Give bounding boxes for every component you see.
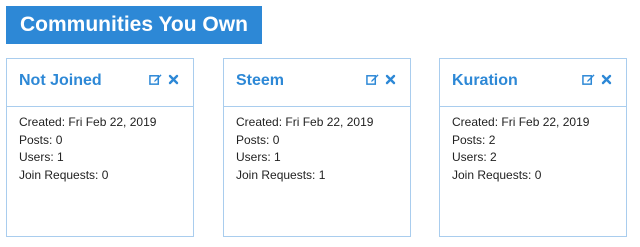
posts-label: Posts:: [452, 132, 486, 147]
created-label: Created:: [236, 115, 283, 129]
created-row: Created: Fri Feb 22, 2019: [452, 114, 614, 132]
join-requests-value: 0: [101, 167, 109, 182]
card-actions: [149, 73, 179, 86]
community-title[interactable]: Not Joined: [19, 72, 102, 90]
users-row: Users: 1: [236, 149, 398, 167]
join-requests-value: 0: [534, 167, 542, 182]
created-value: Fri Feb 22, 2019: [501, 115, 590, 129]
card-header: Not Joined: [7, 59, 193, 107]
join-requests-row: Join Requests: 0: [452, 167, 614, 185]
users-value: 1: [274, 150, 281, 164]
close-icon[interactable]: [601, 74, 612, 85]
card-details: Created: Fri Feb 22, 2019 Posts: 0 Users…: [224, 107, 410, 184]
card-actions: [366, 73, 396, 86]
posts-value: 0: [272, 132, 280, 147]
community-card: Kuration Created: Fri Feb 22, 2019 Posts…: [439, 58, 627, 237]
created-label: Created:: [452, 115, 499, 129]
users-label: Users:: [452, 150, 487, 164]
created-row: Created: Fri Feb 22, 2019: [19, 114, 181, 132]
card-details: Created: Fri Feb 22, 2019 Posts: 0 Users…: [7, 107, 193, 184]
created-row: Created: Fri Feb 22, 2019: [236, 114, 398, 132]
users-row: Users: 2: [452, 149, 614, 167]
join-requests-row: Join Requests: 0: [19, 167, 181, 185]
edit-icon[interactable]: [149, 73, 162, 86]
posts-label: Posts:: [236, 132, 270, 147]
created-value: Fri Feb 22, 2019: [68, 115, 157, 129]
join-requests-row: Join Requests: 1: [236, 167, 398, 185]
community-card: Not Joined Created: Fri Feb 22, 2019 Pos…: [6, 58, 194, 237]
community-title[interactable]: Steem: [236, 72, 284, 90]
close-icon[interactable]: [168, 74, 179, 85]
card-header: Kuration: [440, 59, 626, 107]
join-requests-label: Join Requests:: [236, 167, 316, 182]
card-details: Created: Fri Feb 22, 2019 Posts: 2 Users…: [440, 107, 626, 184]
posts-value: 0: [55, 132, 63, 147]
communities-page: Communities You Own Not Joined Created: …: [0, 0, 640, 247]
posts-row: Posts: 2: [452, 132, 614, 150]
join-requests-label: Join Requests:: [19, 167, 99, 182]
posts-row: Posts: 0: [19, 132, 181, 150]
users-label: Users:: [236, 150, 271, 164]
users-label: Users:: [19, 150, 54, 164]
edit-icon[interactable]: [366, 73, 379, 86]
card-actions: [582, 73, 612, 86]
community-title[interactable]: Kuration: [452, 72, 518, 90]
posts-label: Posts:: [19, 132, 53, 147]
edit-icon[interactable]: [582, 73, 595, 86]
community-card: Steem Created: Fri Feb 22, 2019 Posts: 0: [223, 58, 411, 237]
users-row: Users: 1: [19, 149, 181, 167]
close-icon[interactable]: [385, 74, 396, 85]
posts-value: 2: [488, 132, 496, 147]
posts-row: Posts: 0: [236, 132, 398, 150]
join-requests-value: 1: [318, 167, 326, 182]
created-label: Created:: [19, 115, 66, 129]
join-requests-label: Join Requests:: [452, 167, 532, 182]
users-value: 2: [490, 150, 497, 164]
card-header: Steem: [224, 59, 410, 107]
section-title: Communities You Own: [6, 6, 262, 44]
users-value: 1: [57, 150, 64, 164]
created-value: Fri Feb 22, 2019: [285, 115, 374, 129]
